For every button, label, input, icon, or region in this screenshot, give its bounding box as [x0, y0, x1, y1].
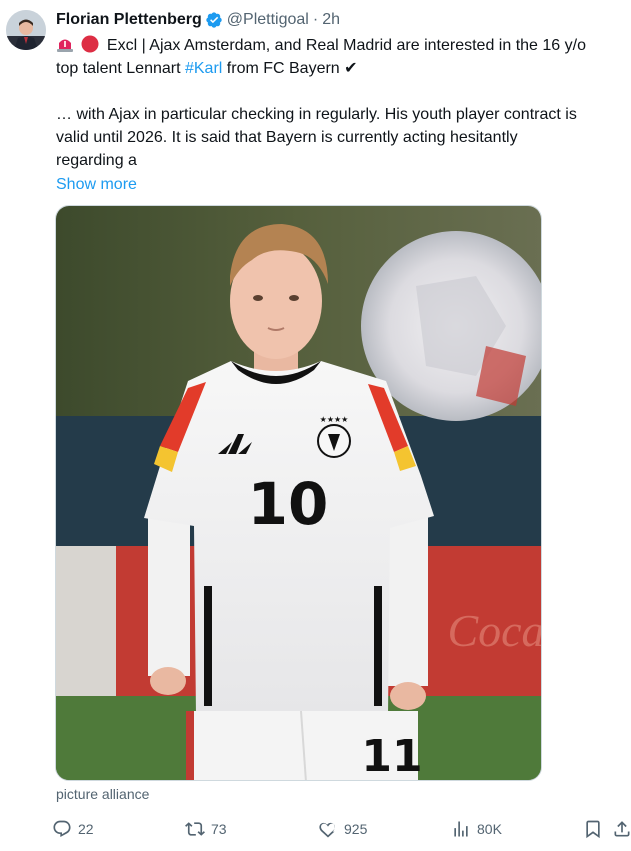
separator-dot: · — [312, 11, 319, 28]
red-circle-icon — [81, 35, 99, 53]
text-line-3: … with Ajax in particular checking in re… — [56, 106, 577, 123]
action-bar: 22 73 925 80K — [52, 816, 631, 842]
reply-icon — [53, 820, 71, 838]
views-count: 80K — [477, 821, 502, 837]
tweet-timestamp[interactable]: 2h — [322, 10, 340, 30]
shorts-number: 11 — [361, 731, 422, 781]
tweet-photo[interactable]: Coca ★★★★ 10 11 — [55, 205, 542, 781]
tweet-text: Excl | Ajax Amsterdam, and Real Madrid a… — [56, 34, 626, 196]
bookmark-icon — [586, 820, 600, 839]
text-line-1: Excl | Ajax Amsterdam, and Real Madrid a… — [56, 34, 626, 57]
reply-button[interactable]: 22 — [52, 816, 94, 842]
views-icon — [454, 821, 468, 837]
text-line-2: top talent Lennart #Karl from FC Bayern … — [56, 57, 626, 80]
like-button[interactable]: 925 — [318, 816, 367, 842]
repost-count: 73 — [211, 821, 227, 837]
share-icon — [614, 821, 630, 837]
author-avatar[interactable] — [6, 10, 46, 50]
siren-icon — [56, 35, 74, 53]
show-more-link[interactable]: Show more — [56, 173, 137, 196]
tweet-header: Florian Plettenberg @Plettigoal · 2h — [56, 10, 340, 30]
text-line-1-content: Excl | Ajax Amsterdam, and Real Madrid a… — [106, 37, 586, 54]
repost-icon — [185, 822, 205, 836]
text-line-4: valid until 2026. It is said that Bayern… — [56, 129, 518, 146]
text-line-2-pre: top talent Lennart — [56, 60, 185, 77]
repost-button[interactable]: 73 — [185, 816, 227, 842]
views-button[interactable]: 80K — [451, 816, 502, 842]
like-count: 925 — [344, 821, 368, 837]
share-button[interactable] — [612, 816, 631, 842]
text-line-2-post: from FC Bayern ✔ — [222, 60, 358, 77]
media-credit: picture alliance — [56, 786, 150, 802]
svg-text:Coca: Coca — [447, 605, 542, 656]
author-name[interactable]: Florian Plettenberg — [56, 10, 202, 30]
author-handle[interactable]: @Plettigoal — [227, 10, 309, 30]
text-line-5: regarding a — [56, 152, 137, 169]
bookmark-button[interactable] — [583, 816, 609, 842]
verified-badge-icon — [205, 11, 223, 29]
reply-count: 22 — [78, 821, 94, 837]
svg-text:★★★★: ★★★★ — [320, 415, 349, 424]
tweet-card[interactable]: Florian Plettenberg @Plettigoal · 2h Exc — [0, 0, 631, 851]
jersey-number: 10 — [248, 470, 329, 538]
like-icon — [319, 822, 335, 838]
hashtag-link[interactable]: #Karl — [185, 60, 222, 77]
